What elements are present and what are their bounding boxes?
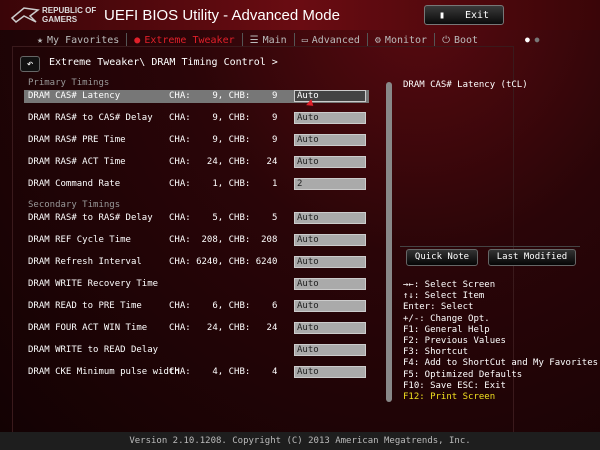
setting-value-input[interactable]: Auto (294, 234, 366, 246)
brand-line2: GAMERS (42, 15, 78, 24)
page-dots[interactable]: ● ● (525, 35, 539, 44)
channel-values: CHA: 9, CHB: 9 (169, 135, 278, 145)
key-hint: →←: Select Screen (403, 280, 496, 290)
setting-label: DRAM Refresh Interval (28, 257, 142, 267)
setting-label: DRAM RAS# to CAS# Delay (28, 113, 153, 123)
exit-label: Exit (464, 9, 490, 21)
channel-values: CHA: 9, CHB: 9 (169, 91, 278, 101)
section-primary-timings: Primary Timings (28, 78, 110, 88)
help-title: DRAM CAS# Latency (tCL) (403, 80, 528, 90)
setting-label: DRAM RAS# ACT Time (28, 157, 126, 167)
setting-value-input[interactable]: Auto (294, 134, 366, 146)
tab-label: My Favorites (47, 34, 120, 46)
quick-note-button[interactable]: Quick Note (406, 249, 478, 266)
channel-values: CHA: 5, CHB: 5 (169, 213, 278, 223)
rog-logo-icon (10, 7, 40, 23)
key-hint: +/-: Change Opt. (403, 313, 490, 324)
setting-value-input[interactable]: Auto (294, 112, 366, 124)
list-icon: ☰ (249, 34, 259, 46)
scrollbar[interactable] (386, 82, 392, 402)
channel-values: CHA: 4, CHB: 4 (169, 367, 278, 377)
exit-door-icon: ▮ (438, 9, 445, 21)
setting-label: DRAM REF Cycle Time (28, 235, 131, 245)
tweaker-icon: ● (134, 34, 141, 46)
key-hint: F4: Add to ShortCut and My Favorites (403, 358, 599, 369)
tab-advanced[interactable]: ▭ Advanced (295, 33, 368, 47)
key-hint: F3: Shortcut (403, 347, 469, 358)
tab-label: Extreme Tweaker (144, 34, 235, 46)
tab-label: Main (262, 34, 287, 46)
key-hint-print-screen: F12: Print Screen (403, 392, 496, 403)
back-arrow-icon: ↶ (26, 57, 34, 70)
channel-values: CHA: 9, CHB: 9 (169, 113, 278, 123)
tab-main[interactable]: ☰ Main (243, 33, 295, 47)
exit-button[interactable]: ▮ Exit (424, 5, 504, 25)
setting-value-input[interactable]: Auto (294, 322, 366, 334)
setting-value-input[interactable]: Auto (294, 278, 366, 290)
power-icon: ⏻ (442, 34, 450, 46)
app-title: UEFI BIOS Utility - Advanced Mode (104, 7, 340, 24)
advanced-icon: ▭ (301, 34, 308, 46)
setting-value-input[interactable]: Auto (294, 156, 366, 168)
brand: REPUBLIC OF GAMERS (42, 6, 96, 24)
tab-monitor[interactable]: ⚙ Monitor (368, 33, 436, 47)
tab-bar: ★ My Favorites ● Extreme Tweaker ☰ Main ▭ Ad… (30, 33, 485, 47)
divider (400, 246, 580, 247)
setting-label: DRAM FOUR ACT WIN Time (28, 323, 148, 333)
channel-values: CHA: 24, CHB: 24 (169, 323, 278, 333)
key-hint: F5: Optimized Defaults (403, 369, 523, 380)
tab-boot[interactable]: ⏻ Boot (435, 33, 485, 47)
tab-my-favorites[interactable]: ★ My Favorites (30, 33, 128, 47)
key-hint: F2: Previous Values (403, 336, 506, 347)
breadcrumb: Extreme Tweaker\ DRAM Timing Control > (49, 57, 278, 68)
setting-value-input[interactable]: Auto (294, 300, 366, 312)
channel-values: CHA: 1, CHB: 1 (169, 179, 278, 189)
star-icon: ★ (37, 34, 44, 46)
last-modified-button[interactable]: Last Modified (488, 249, 576, 266)
tab-label: Boot (454, 34, 479, 46)
tab-label: Advanced (311, 34, 360, 46)
setting-value-input[interactable]: 2 (294, 178, 366, 190)
key-hint: F1: General Help (403, 324, 490, 335)
setting-label: DRAM CKE Minimum pulse width (28, 367, 180, 377)
channel-values: CHA: 6, CHB: 6 (169, 301, 278, 311)
key-hint: F10: Save ESC: Exit (403, 380, 506, 391)
setting-label: DRAM CAS# Latency (28, 91, 121, 101)
channel-values: CHA: 6240, CHB: 6240 (169, 257, 278, 267)
setting-value-input[interactable]: Auto (294, 256, 366, 268)
channel-values: CHA: 24, CHB: 24 (169, 157, 278, 167)
setting-label: DRAM RAS# to RAS# Delay (28, 213, 153, 223)
tab-extreme-tweaker[interactable]: ● Extreme Tweaker (127, 33, 243, 47)
monitor-icon: ⚙ (374, 34, 381, 46)
key-hint: ↑↓: Select Item (403, 291, 485, 302)
channel-values: CHA: 208, CHB: 208 (169, 235, 278, 245)
brand-line1: REPUBLIC OF (42, 6, 97, 15)
setting-label: DRAM READ to PRE Time (28, 301, 142, 311)
header: REPUBLIC OF GAMERS UEFI BIOS Utility - Ad… (0, 0, 600, 30)
key-hint: Enter: Select (403, 302, 474, 313)
section-secondary-timings: Secondary Timings (28, 200, 121, 210)
setting-value-input[interactable]: Auto (294, 212, 366, 224)
setting-label: DRAM WRITE Recovery Time (28, 279, 159, 289)
footer-version: Version 2.10.1208. Copyright (C) 2013 Am… (0, 432, 600, 450)
setting-value-input[interactable]: Auto (294, 90, 366, 102)
back-button[interactable]: ↶ (20, 56, 40, 72)
setting-value-input[interactable]: Auto (294, 366, 366, 378)
setting-label: DRAM Command Rate (28, 179, 121, 189)
setting-label: DRAM WRITE to READ Delay (28, 345, 159, 355)
setting-label: DRAM RAS# PRE Time (28, 135, 126, 145)
setting-value-input[interactable]: Auto (294, 344, 366, 356)
key-legend: →←: Select Screen ↑↓: Select Item Enter: S… (403, 280, 598, 403)
tab-label: Monitor (384, 34, 428, 46)
